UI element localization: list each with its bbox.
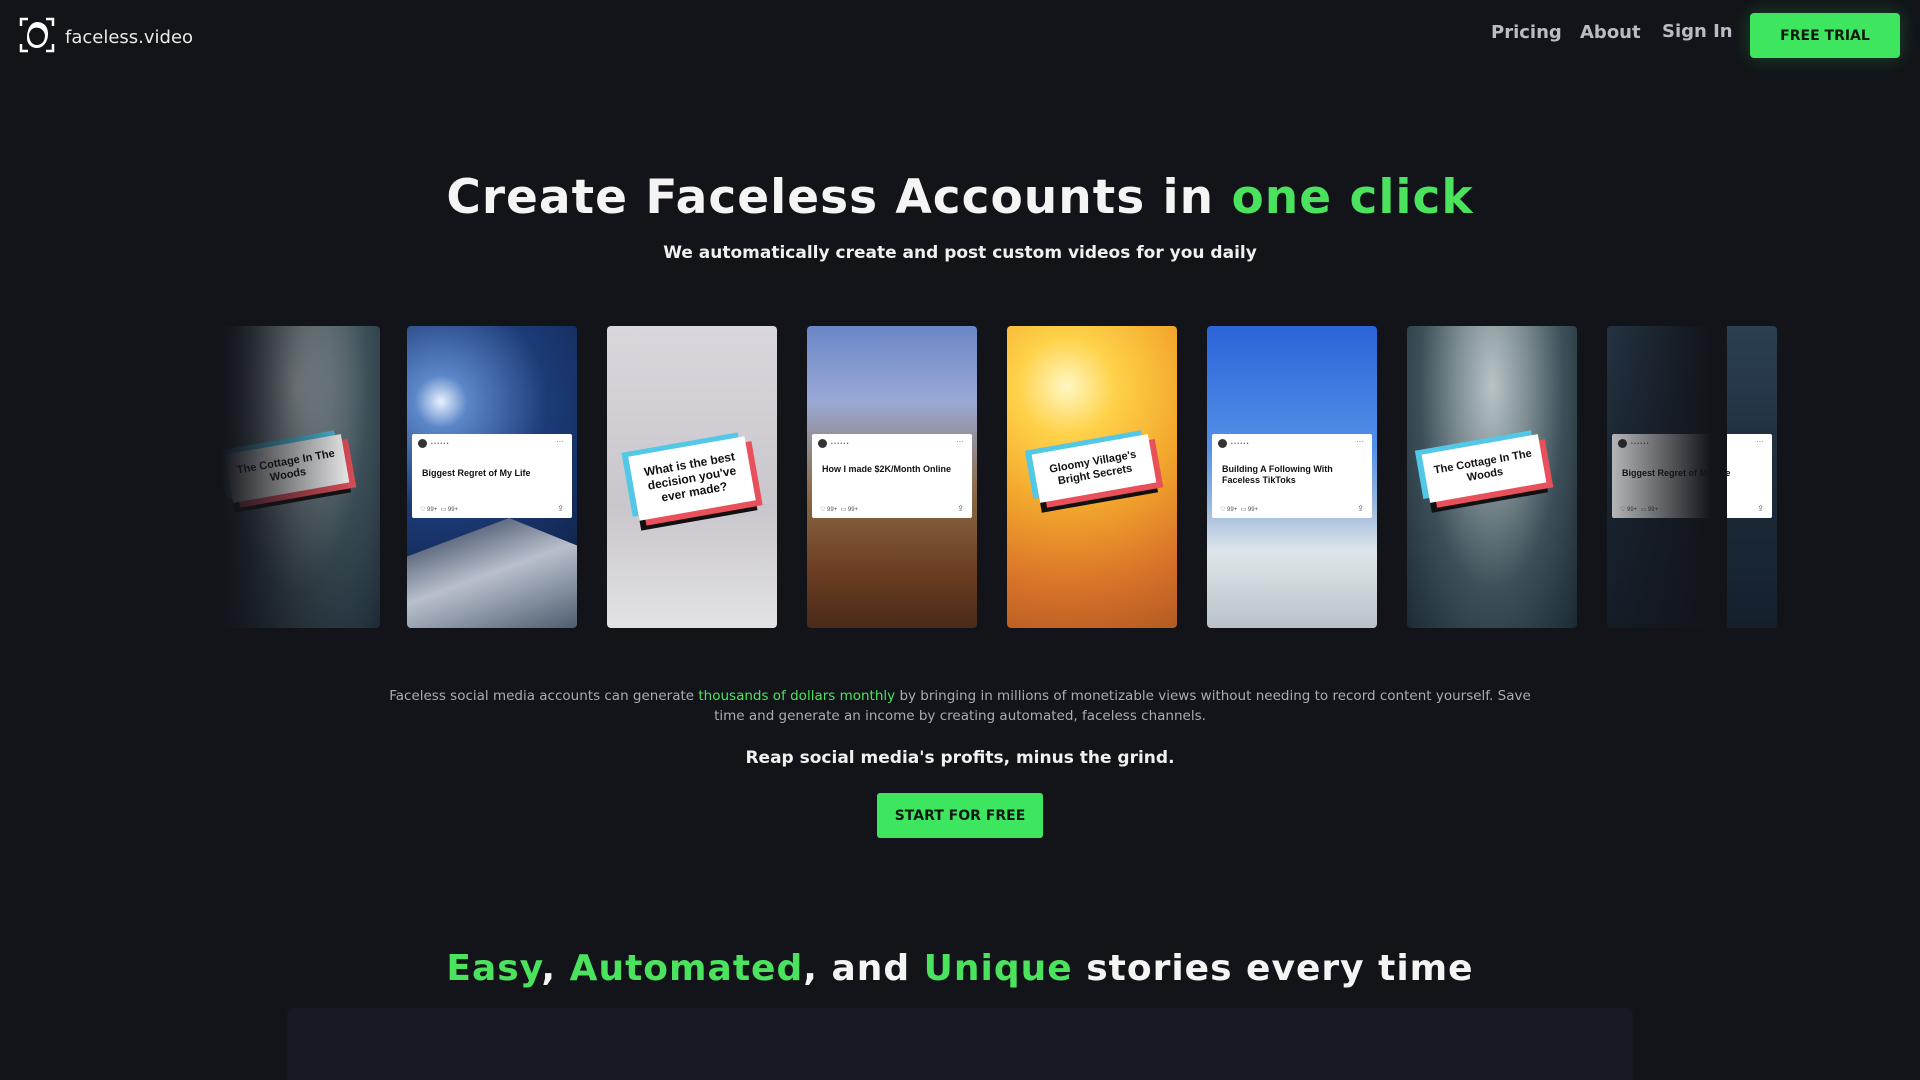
- brand-name: faceless.video: [65, 26, 194, 48]
- post-header: • • • • • •: [1618, 439, 1648, 448]
- nav-pricing-link[interactable]: Pricing: [1491, 22, 1562, 43]
- section-separator: ,: [541, 948, 570, 989]
- post-header: • • • • • •: [418, 439, 448, 448]
- face-frame-icon: [19, 16, 55, 58]
- post-overlay: • • • • • • ··· How I made $2K/Month Onl…: [812, 434, 972, 518]
- section-word-easy: Easy: [446, 948, 542, 989]
- hero-title-prefix: Create Faceless Accounts in: [446, 170, 1232, 225]
- post-stats: ♡ 99+ ▭ 99+: [820, 507, 859, 513]
- content-panel: [287, 1008, 1633, 1080]
- nav-about-link[interactable]: About: [1580, 22, 1641, 43]
- video-card[interactable]: • • • • • • ··· How I made $2K/Month Onl…: [807, 326, 977, 628]
- video-card-title: How I made $2K/Month Online: [822, 464, 952, 474]
- video-card[interactable]: What is the best decision you've ever ma…: [607, 326, 777, 628]
- likes-count: 99+: [827, 507, 838, 513]
- post-header: • • • • • •: [818, 439, 848, 448]
- comments-count: 99+: [847, 507, 859, 513]
- start-for-free-button[interactable]: START FOR FREE: [877, 793, 1043, 838]
- video-card-title: The Cottage In The Woods: [224, 434, 350, 504]
- comments-count: 99+: [1247, 507, 1259, 513]
- post-overlay: • • • • • • ··· Biggest Regret of My Lif…: [412, 434, 572, 518]
- video-card-title: Biggest Regret of My Life: [1622, 468, 1731, 478]
- share-icon: ⇪: [1757, 504, 1764, 513]
- section-title-rest: stories every time: [1072, 948, 1474, 989]
- nav-sign-in-link[interactable]: Sign In: [1662, 21, 1733, 42]
- free-trial-button[interactable]: FREE TRIAL: [1750, 13, 1900, 58]
- avatar: [1218, 439, 1227, 448]
- post-stats: ♡ 99+ ▭ 99+: [1620, 507, 1659, 513]
- video-card[interactable]: • • • • • • ··· Biggest Regret of My Lif…: [407, 326, 577, 628]
- likes-count: 99+: [1627, 507, 1638, 513]
- share-icon: ⇪: [557, 504, 564, 513]
- share-icon: ⇪: [957, 504, 964, 513]
- post-header: • • • • • •: [1218, 439, 1248, 448]
- more-icon: ···: [1756, 437, 1764, 446]
- hero-subtitle: We automatically create and post custom …: [663, 243, 1257, 263]
- video-card-title: The Cottage In The Woods: [1421, 434, 1547, 504]
- video-card[interactable]: • • • • • • ··· Biggest Regret of My Lif…: [1607, 326, 1777, 628]
- share-icon: ⇪: [1357, 504, 1364, 513]
- section-word-automated: Automated: [569, 948, 804, 989]
- tagline: Reap social media's profits, minus the g…: [745, 748, 1175, 768]
- post-overlay: • • • • • • ··· Building A Following Wit…: [1212, 434, 1372, 518]
- post-stats: ♡ 99+ ▭ 99+: [1220, 507, 1259, 513]
- video-carousel: The Cottage In The Woods • • • • • • ···…: [205, 278, 1777, 670]
- likes-count: 99+: [1227, 507, 1238, 513]
- comments-count: 99+: [447, 507, 459, 513]
- avatar: [1618, 439, 1627, 448]
- top-nav: faceless.video Pricing About Sign In FRE…: [0, 0, 1920, 70]
- more-icon: ···: [1356, 437, 1364, 446]
- video-card-title: Biggest Regret of My Life: [422, 468, 531, 478]
- post-stats: ♡ 99+ ▭ 99+: [420, 507, 459, 513]
- post-overlay: • • • • • • ··· Biggest Regret of My Lif…: [1612, 434, 1772, 518]
- hero-description: Faceless social media accounts can gener…: [385, 686, 1535, 726]
- description-text: Faceless social media accounts can gener…: [389, 688, 699, 704]
- avatar: [418, 439, 427, 448]
- video-card-title: Gloomy Village's Bright Secrets: [1031, 434, 1157, 504]
- video-card[interactable]: The Cottage In The Woods: [1407, 326, 1577, 628]
- video-card-title: Building A Following With Faceless TikTo…: [1222, 464, 1333, 485]
- description-highlight: thousands of dollars monthly: [698, 688, 896, 704]
- hero-title-highlight: one click: [1231, 170, 1474, 225]
- video-card[interactable]: The Cottage In The Woods: [210, 326, 380, 628]
- more-icon: ···: [556, 437, 564, 446]
- comments-count: 99+: [1647, 507, 1659, 513]
- avatar: [818, 439, 827, 448]
- video-card[interactable]: Gloomy Village's Bright Secrets: [1007, 326, 1177, 628]
- hero-title: Create Faceless Accounts in one click: [0, 170, 1920, 225]
- likes-count: 99+: [427, 507, 438, 513]
- section-word-unique: Unique: [923, 948, 1073, 989]
- brand-logo-link[interactable]: faceless.video: [19, 16, 193, 58]
- more-icon: ···: [956, 437, 964, 446]
- section-separator: , and: [803, 948, 924, 989]
- section-title: Easy, Automated, and Unique stories ever…: [0, 948, 1920, 989]
- video-card-title: What is the best decision you've ever ma…: [628, 436, 756, 522]
- video-card[interactable]: • • • • • • ··· Building A Following Wit…: [1207, 326, 1377, 628]
